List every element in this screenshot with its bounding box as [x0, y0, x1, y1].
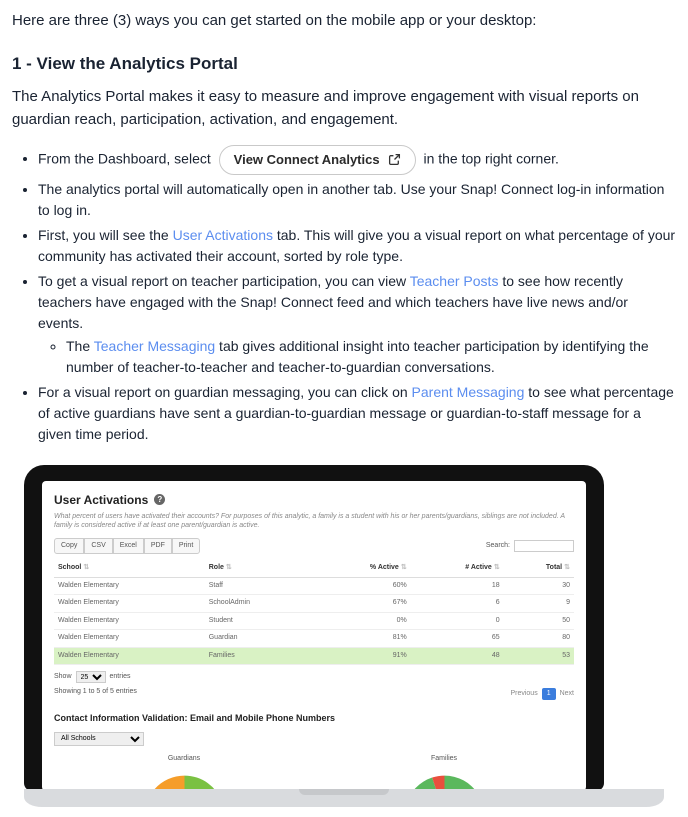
cell-role: Families [205, 647, 313, 665]
list-item: The analytics portal will automatically … [38, 179, 676, 221]
sort-icon: ⇅ [83, 564, 89, 571]
donut-column: Families [397, 754, 492, 791]
csv-button[interactable]: CSV [84, 538, 112, 555]
pager-page-1[interactable]: 1 [542, 688, 556, 701]
sort-icon: ⇅ [401, 564, 407, 571]
teacher-posts-link[interactable]: Teacher Posts [410, 273, 499, 289]
sort-icon: ⇅ [226, 564, 232, 571]
list-item: To get a visual report on teacher partic… [38, 271, 676, 378]
cell-total: 30 [504, 577, 574, 595]
donut-chart [137, 768, 232, 790]
cell-school: Walden Elementary [54, 647, 205, 665]
col-num-active[interactable]: # Active⇅ [411, 560, 504, 577]
user-activations-link[interactable]: User Activations [173, 227, 273, 243]
sort-icon: ⇅ [494, 564, 500, 571]
text-fragment: in the top right corner. [423, 150, 558, 166]
col-pct-active[interactable]: % Active⇅ [313, 560, 411, 577]
cell-school: Walden Elementary [54, 630, 205, 648]
text-fragment: The [66, 338, 94, 354]
instruction-list: From the Dashboard, select View Connect … [12, 145, 676, 445]
external-link-icon [388, 153, 401, 166]
cell-total: 80 [504, 630, 574, 648]
table-row: Walden ElementarySchoolAdmin67%69 [54, 595, 574, 613]
cell-total: 50 [504, 612, 574, 630]
cell-school: Walden Elementary [54, 595, 205, 613]
cell-active: 6 [411, 595, 504, 613]
list-item: The Teacher Messaging tab gives addition… [66, 336, 676, 378]
activations-table: School⇅ Role⇅ % Active⇅ # Active⇅ Total⇅… [54, 560, 574, 665]
analytics-portal-screen: User Activations ? What percent of users… [42, 481, 586, 791]
entries-label: entries [110, 672, 131, 683]
cell-school: Walden Elementary [54, 577, 205, 595]
cell-active: 48 [411, 647, 504, 665]
laptop-base [24, 789, 664, 807]
donut-label: Families [397, 754, 492, 765]
col-role[interactable]: Role⇅ [205, 560, 313, 577]
cell-role: Staff [205, 577, 313, 595]
list-item: From the Dashboard, select View Connect … [38, 145, 676, 175]
copy-button[interactable]: Copy [54, 538, 84, 555]
donut-column: Guardians [137, 754, 232, 791]
list-item: For a visual report on guardian messagin… [38, 382, 676, 445]
table-row: Walden ElementaryStudent0%050 [54, 612, 574, 630]
cell-role: Student [205, 612, 313, 630]
sub-list: The Teacher Messaging tab gives addition… [38, 336, 676, 378]
pager-previous[interactable]: Previous [510, 689, 537, 700]
help-icon[interactable]: ? [154, 494, 165, 505]
panel-title: User Activations [54, 491, 148, 509]
cell-total: 53 [504, 647, 574, 665]
table-row: Walden ElementaryGuardian81%6580 [54, 630, 574, 648]
search-label: Search: [486, 541, 510, 552]
cell-active: 65 [411, 630, 504, 648]
teacher-messaging-link[interactable]: Teacher Messaging [94, 338, 215, 354]
cell-total: 9 [504, 595, 574, 613]
col-total[interactable]: Total⇅ [504, 560, 574, 577]
text-fragment: From the Dashboard, select [38, 150, 211, 166]
excel-button[interactable]: Excel [113, 538, 144, 555]
text-fragment: To get a visual report on teacher partic… [38, 273, 410, 289]
sort-icon: ⇅ [564, 564, 570, 571]
export-button-row: Copy CSV Excel PDF Print [54, 538, 200, 555]
panel-subtitle: What percent of users have activated the… [54, 512, 574, 530]
cell-pct: 91% [313, 647, 411, 665]
intro-text: Here are three (3) ways you can get star… [12, 10, 676, 33]
cell-pct: 0% [313, 612, 411, 630]
view-connect-analytics-button[interactable]: View Connect Analytics [219, 145, 416, 175]
button-label: View Connect Analytics [234, 150, 380, 170]
search-input[interactable] [514, 540, 574, 552]
text-fragment: For a visual report on guardian messagin… [38, 384, 412, 400]
cell-active: 0 [411, 612, 504, 630]
cell-role: Guardian [205, 630, 313, 648]
col-school[interactable]: School⇅ [54, 560, 205, 577]
laptop-mockup: User Activations ? What percent of users… [12, 465, 676, 807]
section-title: 1 - View the Analytics Portal [12, 51, 676, 77]
school-select[interactable]: All Schools [54, 732, 144, 746]
pager-next[interactable]: Next [560, 689, 574, 700]
show-label: Show [54, 672, 72, 683]
section-description: The Analytics Portal makes it easy to me… [12, 86, 676, 131]
cell-school: Walden Elementary [54, 612, 205, 630]
cell-pct: 67% [313, 595, 411, 613]
cell-pct: 60% [313, 577, 411, 595]
entries-select[interactable]: 25 [76, 671, 106, 683]
parent-messaging-link[interactable]: Parent Messaging [412, 384, 525, 400]
cell-role: SchoolAdmin [205, 595, 313, 613]
list-item: First, you will see the User Activations… [38, 225, 676, 267]
table-row: Walden ElementaryFamilies91%4853 [54, 647, 574, 665]
donut-chart [397, 768, 492, 790]
pdf-button[interactable]: PDF [144, 538, 172, 555]
cell-active: 18 [411, 577, 504, 595]
print-button[interactable]: Print [172, 538, 200, 555]
text-fragment: First, you will see the [38, 227, 173, 243]
cell-pct: 81% [313, 630, 411, 648]
contact-validation-title: Contact Information Validation: Email an… [54, 712, 574, 726]
donut-label: Guardians [137, 754, 232, 765]
table-row: Walden ElementaryStaff60%1830 [54, 577, 574, 595]
